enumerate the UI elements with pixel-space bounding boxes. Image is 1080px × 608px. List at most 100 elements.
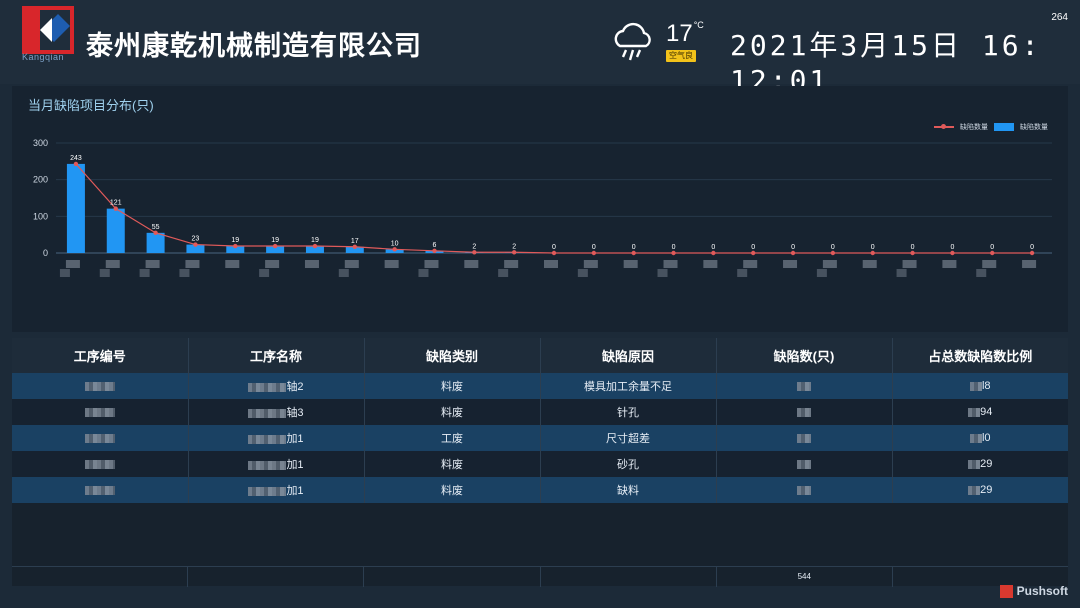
cell-defect-ratio: 94 bbox=[892, 399, 1068, 425]
bar bbox=[66, 163, 85, 253]
table-row[interactable]: 加1 料废 砂孔 29 bbox=[12, 451, 1068, 477]
table-row[interactable]: 轴2 料废 模具加工余量不足 l8 bbox=[12, 373, 1068, 399]
cell-process-name: 轴3 bbox=[188, 399, 365, 425]
line-point bbox=[910, 250, 915, 256]
x-tick-label-blurred bbox=[862, 260, 877, 268]
blurred-value bbox=[968, 485, 981, 495]
y-tick-label: 300 bbox=[33, 138, 48, 148]
blurred-value bbox=[84, 433, 115, 443]
cell-defect-count bbox=[716, 399, 893, 425]
x-tick-label-blurred bbox=[1022, 260, 1037, 268]
data-label: 0 bbox=[791, 244, 795, 251]
line-point bbox=[551, 250, 557, 256]
blurred-value bbox=[797, 407, 811, 417]
line-point bbox=[751, 250, 756, 256]
cell-process-code bbox=[12, 425, 189, 451]
data-label: 0 bbox=[911, 244, 915, 251]
legend-line-label[interactable]: 缺陷数量 bbox=[960, 122, 988, 132]
blurred-value bbox=[797, 485, 811, 495]
blurred-value bbox=[797, 381, 811, 391]
cell-process-code bbox=[12, 451, 189, 477]
x-tick-label-blurred bbox=[424, 260, 439, 268]
x-tick-label-blurred bbox=[822, 260, 837, 268]
legend-line-swatch bbox=[934, 124, 954, 129]
ratio-text: 94 bbox=[980, 406, 993, 418]
line-point bbox=[272, 243, 278, 249]
x-tick-label-blurred bbox=[185, 260, 200, 268]
table-row[interactable]: 加1 工废 尺寸超差 l0 bbox=[12, 425, 1068, 451]
data-label: 17 bbox=[351, 238, 359, 245]
col-header-defect-reason: 缺陷原因 bbox=[540, 338, 717, 373]
col-header-process-name: 工序名称 bbox=[188, 338, 365, 373]
x-tick-label-blurred bbox=[942, 260, 957, 268]
logo-text: Kangqian bbox=[22, 52, 65, 62]
line-point bbox=[671, 250, 676, 256]
data-label: 10 bbox=[391, 240, 399, 247]
data-label: 0 bbox=[632, 244, 636, 251]
x-tick-label-blurred bbox=[657, 269, 668, 277]
data-label: 0 bbox=[751, 244, 755, 251]
data-label: 0 bbox=[592, 244, 596, 251]
defect-bar-chart: 30020010002431215523 19 19 19 17 10 6 2 2 0 0 0 0 0 0 0… bbox=[33, 138, 1052, 277]
process-name-text: 轴3 bbox=[286, 407, 304, 419]
line-point bbox=[352, 244, 357, 249]
total-cell bbox=[188, 567, 365, 587]
ratio-text: l0 bbox=[981, 432, 991, 444]
blurred-value bbox=[797, 433, 811, 443]
ratio-text: 29 bbox=[980, 484, 993, 496]
line-point bbox=[511, 250, 517, 255]
line-point bbox=[591, 250, 597, 256]
total-cell bbox=[364, 567, 541, 587]
x-tick-label-blurred bbox=[464, 260, 479, 268]
line-point bbox=[392, 247, 397, 252]
x-tick-label-blurred bbox=[896, 269, 907, 277]
corner-number: 264 bbox=[1051, 12, 1068, 23]
data-label: 0 bbox=[672, 244, 676, 251]
data-label: 19 bbox=[311, 237, 319, 244]
line-point bbox=[870, 250, 875, 256]
x-tick-label-blurred bbox=[105, 260, 120, 268]
data-label: 2 bbox=[512, 243, 516, 250]
x-tick-label-blurred bbox=[418, 269, 429, 277]
x-tick-label-blurred bbox=[384, 260, 399, 268]
table-row[interactable]: 轴3 料废 针孔 94 bbox=[12, 399, 1068, 425]
x-tick-label-blurred bbox=[338, 269, 349, 277]
cell-defect-reason: 缺料 bbox=[540, 477, 717, 503]
legend-bar-swatch bbox=[994, 123, 1014, 131]
cell-defect-count bbox=[716, 477, 893, 503]
data-label: 0 bbox=[871, 244, 875, 251]
line-point bbox=[631, 250, 636, 256]
cell-process-code bbox=[12, 373, 189, 399]
table-row[interactable]: 加1 料废 缺料 29 bbox=[12, 477, 1068, 503]
line-point bbox=[113, 206, 118, 211]
data-label: 0 bbox=[950, 244, 954, 251]
y-tick-label: 200 bbox=[33, 175, 48, 185]
blurred-value bbox=[797, 459, 811, 469]
company-name: 泰州康乾机械制造有限公司 bbox=[86, 31, 422, 61]
cell-defect-category: 料废 bbox=[364, 451, 541, 477]
x-tick-label-blurred bbox=[504, 260, 519, 268]
cell-defect-reason: 尺寸超差 bbox=[540, 425, 717, 451]
line-point bbox=[950, 250, 955, 256]
blurred-value bbox=[968, 407, 981, 417]
legend-bar-label[interactable]: 缺陷数量 bbox=[1020, 122, 1048, 132]
ratio-text: 29 bbox=[980, 458, 993, 470]
line-point bbox=[790, 250, 796, 256]
line-point bbox=[990, 250, 995, 256]
data-label: 19 bbox=[231, 237, 239, 244]
x-tick-label-blurred bbox=[544, 260, 558, 268]
blurred-value bbox=[84, 407, 115, 417]
brand-watermark: Pushsoft bbox=[999, 584, 1068, 598]
cell-defect-category: 料废 bbox=[364, 477, 541, 503]
cell-defect-reason: 砂孔 bbox=[540, 451, 717, 477]
x-tick-label-blurred bbox=[703, 260, 718, 268]
chart-legend[interactable]: 缺陷数量 缺陷数量 bbox=[934, 122, 1048, 132]
brand-name: Pushsoft bbox=[1016, 584, 1068, 598]
process-name-text: 轴2 bbox=[286, 381, 304, 393]
col-header-process-code: 工序编号 bbox=[12, 338, 189, 373]
table-header-row: 工序编号 工序名称 缺陷类别 缺陷原因 缺陷数(只) 占总数缺陷数比例 bbox=[12, 338, 1068, 373]
x-tick-label-blurred bbox=[976, 269, 987, 277]
x-tick-label-blurred bbox=[743, 260, 758, 268]
x-tick-label-blurred bbox=[623, 260, 638, 268]
x-tick-label-blurred bbox=[65, 260, 80, 268]
